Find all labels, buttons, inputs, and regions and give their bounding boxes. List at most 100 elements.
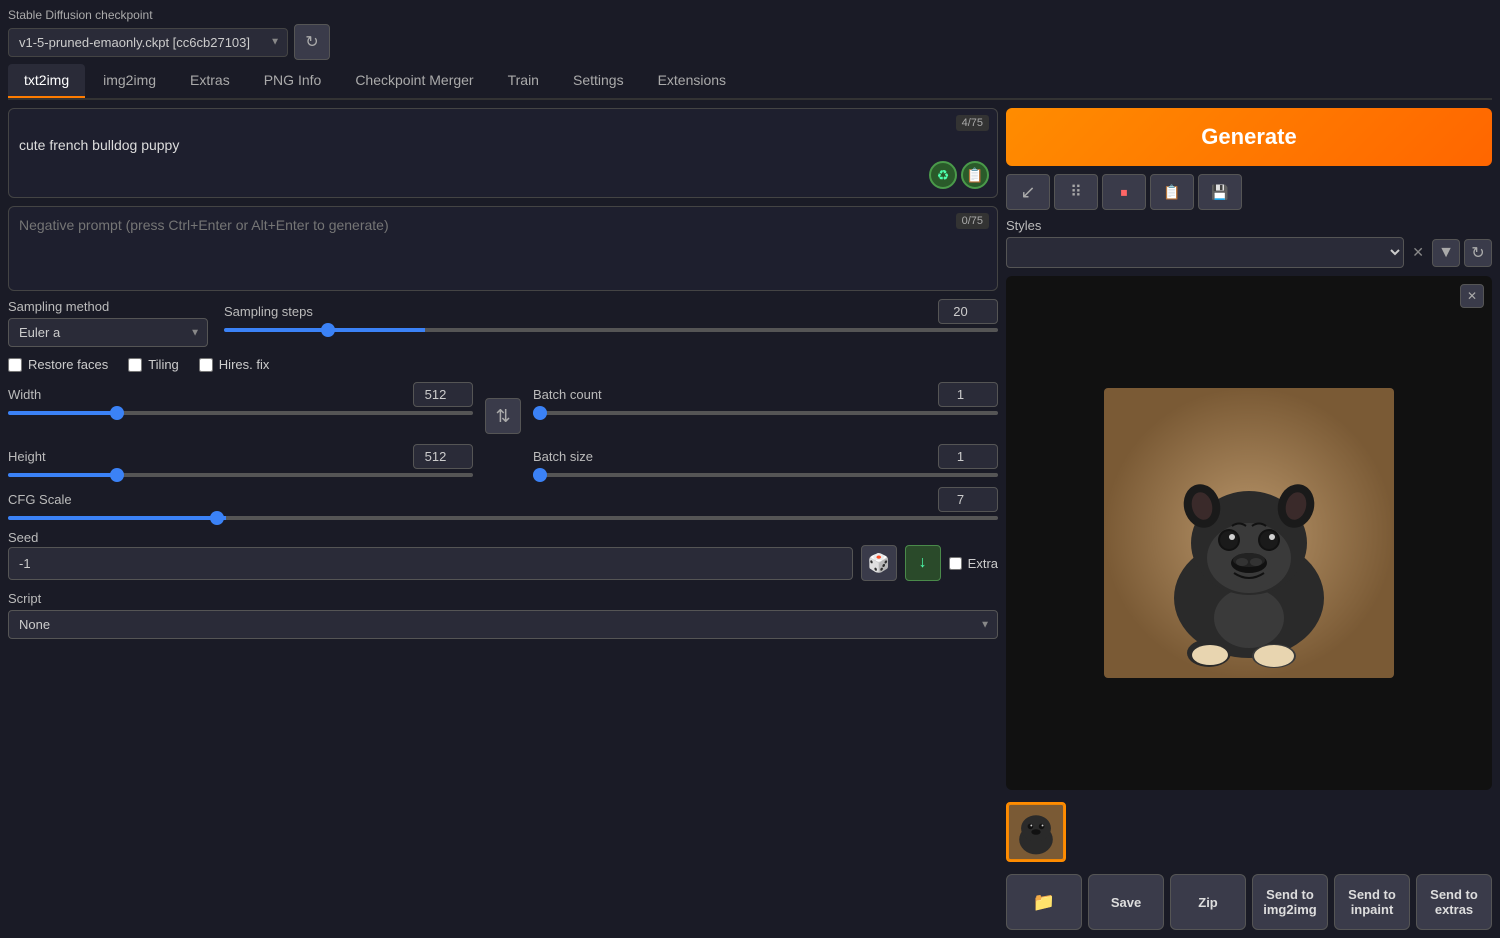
restore-faces-input[interactable]: [8, 358, 22, 372]
dimensions-batch-row: Width ⇅ Batch count: [8, 382, 998, 434]
main-area: 4/75 ♻ 📋 0/75 Sampling method: [8, 108, 1492, 930]
zip-btn[interactable]: Zip: [1170, 874, 1246, 930]
hires-fix-label: Hires. fix: [219, 357, 270, 372]
generate-button[interactable]: Generate: [1006, 108, 1492, 166]
hires-fix-checkbox[interactable]: Hires. fix: [199, 357, 270, 372]
sampling-row: Sampling method Euler a Sampling steps: [8, 299, 998, 347]
styles-select[interactable]: [1006, 237, 1404, 268]
positive-prompt-input[interactable]: [9, 109, 997, 189]
sampling-method-group: Sampling method Euler a: [8, 299, 208, 347]
cfg-row: CFG Scale: [8, 487, 998, 520]
send-to-extras-btn[interactable]: Send to extras: [1416, 874, 1492, 930]
seed-dice-btn[interactable]: 🎲: [861, 545, 897, 581]
cfg-slider[interactable]: [8, 516, 998, 520]
paste-icon-btn[interactable]: 📋: [961, 161, 989, 189]
extra-checkbox-input[interactable]: [949, 557, 962, 570]
thumbnail-row: [1006, 798, 1492, 866]
tab-img2img[interactable]: img2img: [87, 64, 172, 98]
extra-checkbox[interactable]: Extra: [949, 556, 998, 571]
script-select[interactable]: None: [8, 610, 998, 639]
tab-checkpoint-merger[interactable]: Checkpoint Merger: [339, 64, 489, 98]
steps-group: Sampling steps: [224, 299, 998, 332]
batch-size-group: Batch size: [533, 444, 998, 477]
batch-count-slider[interactable]: [533, 411, 998, 415]
batch-size-label: Batch size: [533, 449, 593, 464]
styles-section: Styles ✕ ▼ ↻: [1006, 218, 1492, 268]
copy-btn[interactable]: 📋: [1150, 174, 1194, 210]
styles-clear-btn[interactable]: ✕: [1408, 244, 1428, 261]
sampling-method-wrapper: Euler a: [8, 318, 208, 347]
batch-size-slider[interactable]: [533, 473, 998, 477]
tiling-input[interactable]: [128, 358, 142, 372]
seed-input[interactable]: [8, 547, 853, 580]
checkpoint-col: Stable Diffusion checkpoint v1-5-pruned-…: [8, 8, 330, 60]
tab-pnginfo[interactable]: PNG Info: [248, 64, 338, 98]
batch-count-number-input[interactable]: [938, 382, 998, 407]
height-label: Height: [8, 449, 46, 464]
checkpoint-row: Stable Diffusion checkpoint v1-5-pruned-…: [8, 8, 1492, 60]
trash-btn[interactable]: ⠿: [1054, 174, 1098, 210]
negative-prompt-input[interactable]: [9, 207, 997, 282]
bottom-buttons-row: 📁 Save Zip Send to img2img Send to inpai…: [1006, 874, 1492, 930]
seed-recycle-btn[interactable]: ↓: [905, 545, 941, 581]
checkboxes-row: Restore faces Tiling Hires. fix: [8, 357, 998, 372]
styles-dropdown-btn[interactable]: ▼: [1432, 239, 1460, 267]
checkpoint-label: Stable Diffusion checkpoint: [8, 8, 330, 22]
steps-header: Sampling steps: [224, 299, 998, 324]
width-group: Width: [8, 382, 473, 415]
batch-count-group: Batch count: [533, 382, 998, 415]
styles-label: Styles: [1006, 218, 1492, 233]
steps-number-input[interactable]: [938, 299, 998, 324]
width-number-input[interactable]: [413, 382, 473, 407]
height-number-input[interactable]: [413, 444, 473, 469]
restore-faces-checkbox[interactable]: Restore faces: [8, 357, 108, 372]
cfg-number-input[interactable]: [938, 487, 998, 512]
height-batchsize-row: Height Batch size: [8, 444, 998, 477]
recycle-icon-btn[interactable]: ♻: [929, 161, 957, 189]
sampling-method-select[interactable]: Euler a: [8, 318, 208, 347]
script-wrapper: None: [8, 610, 998, 639]
seed-row: 🎲 ↓ Extra: [8, 545, 998, 581]
script-section: Script None: [8, 591, 998, 639]
action-buttons-row: ↙ ⠿ ⏹ 📋 💾: [1006, 174, 1492, 210]
positive-prompt-counter: 4/75: [956, 115, 989, 131]
sampling-method-label: Sampling method: [8, 299, 208, 314]
styles-refresh-btn[interactable]: ↻: [1464, 239, 1492, 267]
save-btn[interactable]: Save: [1088, 874, 1164, 930]
top-section: Stable Diffusion checkpoint v1-5-pruned-…: [8, 8, 1492, 108]
checkpoint-select[interactable]: v1-5-pruned-emaonly.ckpt [cc6cb27103]: [8, 28, 288, 57]
seed-label: Seed: [8, 530, 38, 545]
steps-label: Sampling steps: [224, 304, 313, 319]
open-folder-btn[interactable]: 📁: [1006, 874, 1082, 930]
width-slider[interactable]: [8, 411, 473, 415]
steps-slider[interactable]: [224, 328, 998, 332]
tab-txt2img[interactable]: txt2img: [8, 64, 85, 98]
tab-settings[interactable]: Settings: [557, 64, 640, 98]
image-close-btn[interactable]: ✕: [1460, 284, 1484, 308]
seed-section: Seed 🎲 ↓ Extra: [8, 530, 998, 581]
tab-extensions[interactable]: Extensions: [642, 64, 742, 98]
prompt-icons: ♻ 📋: [929, 161, 989, 189]
height-slider[interactable]: [8, 473, 473, 477]
save-settings-btn[interactable]: 💾: [1198, 174, 1242, 210]
thumbnail-image[interactable]: [1006, 802, 1066, 862]
cfg-header: CFG Scale: [8, 487, 998, 512]
hires-fix-input[interactable]: [199, 358, 213, 372]
batch-size-number-input[interactable]: [938, 444, 998, 469]
tab-extras[interactable]: Extras: [174, 64, 246, 98]
stop-btn[interactable]: ⏹: [1102, 174, 1146, 210]
styles-row: ✕ ▼ ↻: [1006, 237, 1492, 268]
right-panel: Generate ↙ ⠿ ⏹ 📋 💾 Styles ✕ ▼ ↻: [1006, 108, 1492, 930]
tiling-checkbox[interactable]: Tiling: [128, 357, 179, 372]
checkpoint-refresh-btn[interactable]: ↻: [294, 24, 330, 60]
arrows-btn[interactable]: ↙: [1006, 174, 1050, 210]
batch-count-header: Batch count: [533, 382, 998, 407]
tab-train[interactable]: Train: [492, 64, 555, 98]
height-header: Height: [8, 444, 473, 469]
swap-dimensions-btn[interactable]: ⇅: [485, 398, 521, 434]
send-to-img2img-btn[interactable]: Send to img2img: [1252, 874, 1328, 930]
send-to-inpaint-btn[interactable]: Send to inpaint: [1334, 874, 1410, 930]
tabs-bar: txt2img img2img Extras PNG Info Checkpoi…: [8, 64, 1492, 100]
tiling-label: Tiling: [148, 357, 179, 372]
generated-image: [1104, 388, 1394, 678]
